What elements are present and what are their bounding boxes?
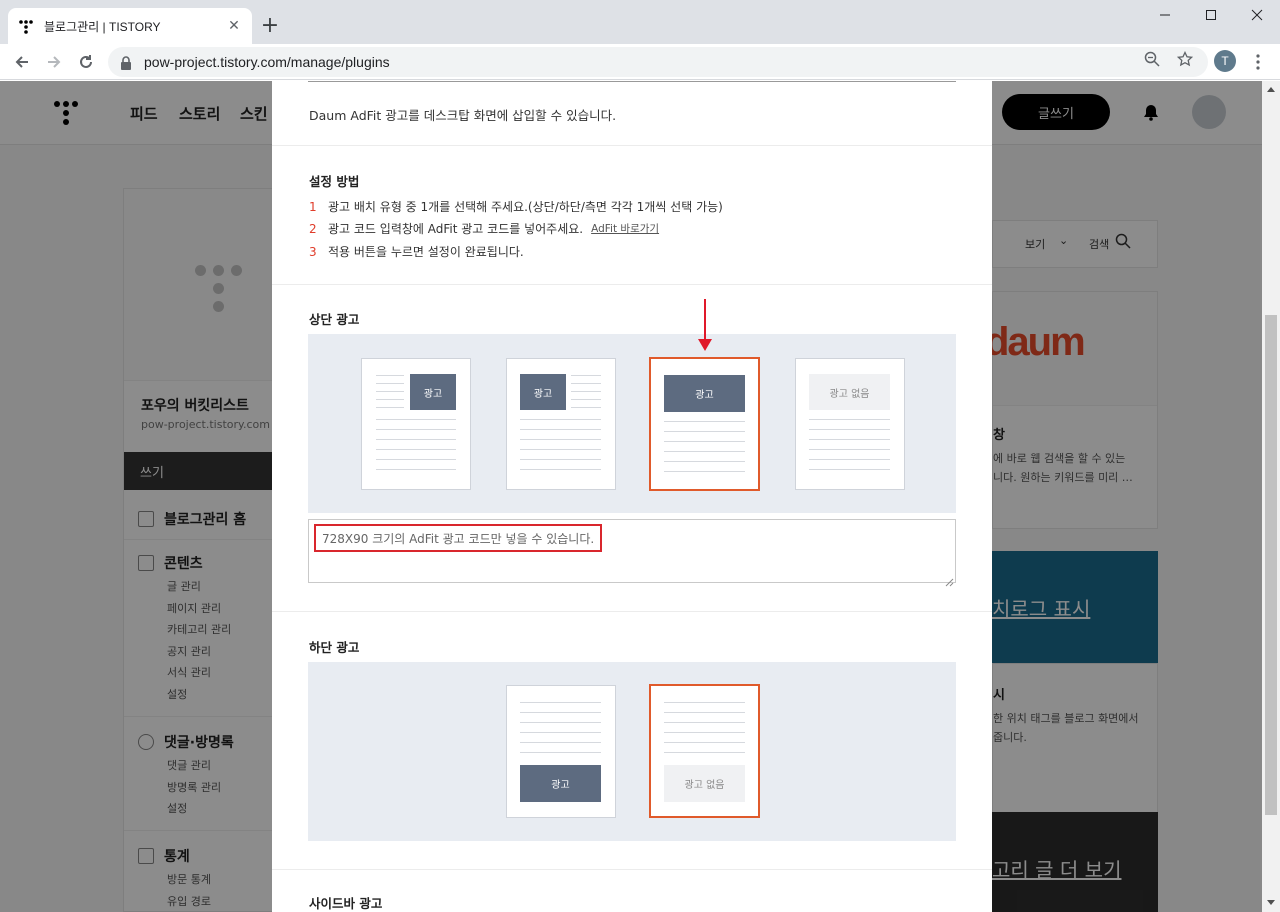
bottom-ad-option-ad[interactable]: 광고 <box>506 685 616 818</box>
bottom-ad-options: 광고 광고 없음 <box>308 662 956 841</box>
annotation-arrow <box>704 299 706 343</box>
browser-tab[interactable]: 블로그관리 | TISTORY ✕ <box>8 8 252 44</box>
divider <box>272 869 992 870</box>
divider <box>308 81 956 82</box>
top-ad-options: 광고 광고 광고 광고 없음 <box>308 334 956 513</box>
divider <box>272 145 992 146</box>
ad-placeholder: 광고 <box>410 374 456 410</box>
no-ad-placeholder: 광고 없음 <box>664 765 745 802</box>
top-ad-option-left[interactable]: 광고 <box>506 358 616 490</box>
setup-step-2: 2 광고 코드 입력창에 AdFit 광고 코드를 넣어주세요. AdFit 바로… <box>309 221 660 237</box>
ad-placeholder: 광고 <box>520 374 566 410</box>
zoom-icon[interactable] <box>1142 49 1162 69</box>
back-arrow-icon[interactable] <box>8 48 36 76</box>
scroll-up-icon[interactable] <box>1267 87 1275 92</box>
window-close-icon[interactable] <box>1234 0 1280 30</box>
adfit-shortcut-link[interactable]: AdFit 바로가기 <box>591 221 659 236</box>
maximize-icon[interactable] <box>1188 0 1234 30</box>
tab-title: 블로그관리 | TISTORY <box>44 19 161 34</box>
top-ad-title: 상단 광고 <box>309 312 360 327</box>
resize-handle-icon[interactable] <box>945 572 954 587</box>
url-text: pow-project.tistory.com/manage/plugins <box>144 54 390 70</box>
bottom-ad-title: 하단 광고 <box>309 640 360 655</box>
page-scrollbar[interactable] <box>1262 81 1280 912</box>
lock-icon <box>120 55 132 70</box>
setup-title: 설정 방법 <box>309 174 360 189</box>
minimize-icon[interactable] <box>1142 0 1188 30</box>
tistory-favicon-icon <box>18 18 34 34</box>
top-ad-option-right[interactable]: 광고 <box>361 358 471 490</box>
bottom-ad-option-none[interactable]: 광고 없음 <box>649 684 760 818</box>
scroll-down-icon[interactable] <box>1267 900 1275 905</box>
divider <box>272 611 992 612</box>
bookmark-star-icon[interactable] <box>1175 49 1195 69</box>
divider <box>272 284 992 285</box>
forward-arrow-icon[interactable] <box>40 48 68 76</box>
adfit-plugin-modal: Daum AdFit 광고를 데스크탑 화면에 삽입할 수 있습니다. 설정 방… <box>272 81 992 912</box>
top-ad-option-center[interactable]: 광고 <box>649 357 760 491</box>
setup-step-3: 3 적용 버튼을 누르면 설정이 완료됩니다. <box>309 244 524 260</box>
ad-code-placeholder: 728X90 크기의 AdFit 광고 코드만 넣을 수 있습니다. <box>314 524 603 552</box>
top-ad-option-none[interactable]: 광고 없음 <box>795 358 905 490</box>
browser-profile-avatar[interactable]: T <box>1214 50 1236 72</box>
browser-toolbar: pow-project.tistory.com/manage/plugins T <box>0 44 1280 80</box>
ad-code-textarea[interactable]: 728X90 크기의 AdFit 광고 코드만 넣을 수 있습니다. <box>308 519 956 587</box>
browser-menu-icon[interactable] <box>1248 50 1268 74</box>
annotation-arrow-head <box>698 339 712 351</box>
tab-close-icon[interactable]: ✕ <box>226 18 242 34</box>
no-ad-placeholder: 광고 없음 <box>809 374 890 410</box>
address-bar[interactable]: pow-project.tistory.com/manage/plugins <box>108 47 1208 77</box>
ad-placeholder: 광고 <box>664 375 745 412</box>
reload-icon[interactable] <box>72 48 100 76</box>
new-tab-icon[interactable]: + <box>258 14 282 38</box>
sidebar-ad-title: 사이드바 광고 <box>309 896 383 911</box>
setup-step-1: 1 광고 배치 유형 중 1개를 선택해 주세요.(상단/하단/측면 각각 1개씩… <box>309 199 723 215</box>
ad-placeholder: 광고 <box>520 765 601 802</box>
browser-titlebar: 블로그관리 | TISTORY ✕ + <box>0 0 1280 44</box>
plugin-description: Daum AdFit 광고를 데스크탑 화면에 삽입할 수 있습니다. <box>309 108 617 123</box>
scroll-thumb[interactable] <box>1265 315 1277 815</box>
